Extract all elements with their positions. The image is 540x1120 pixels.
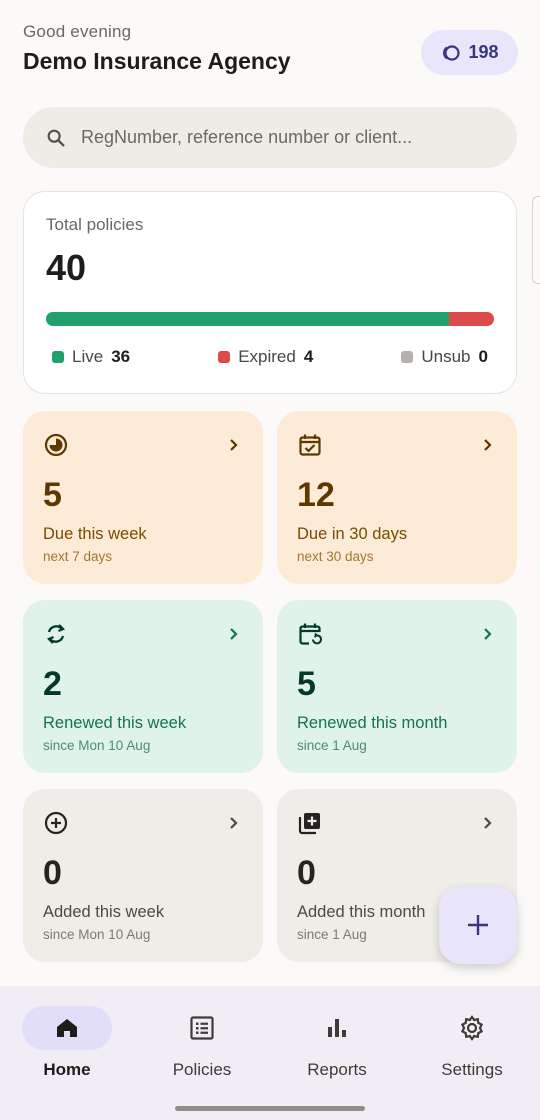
gear-icon bbox=[460, 1015, 484, 1041]
legend-live-label: Live bbox=[72, 347, 104, 366]
calendar-refresh-icon bbox=[299, 623, 322, 645]
policy-status-bar bbox=[46, 312, 494, 326]
tile-subtitle: since 1 Aug bbox=[297, 738, 367, 753]
gesture-handle[interactable] bbox=[175, 1106, 365, 1111]
nav-label: Policies bbox=[172, 1060, 232, 1079]
nav-label: Reports bbox=[307, 1060, 367, 1079]
sync-icon bbox=[47, 624, 65, 644]
legend-live-count: 36 bbox=[111, 347, 131, 366]
tile-label: Added this week bbox=[43, 903, 165, 921]
search-bar[interactable]: RegNumber, reference number or client... bbox=[23, 107, 517, 168]
nav-settings[interactable]: Settings bbox=[417, 1006, 527, 1080]
calendar-check-icon bbox=[299, 434, 321, 456]
legend-live: Live 36 bbox=[52, 347, 130, 367]
tile-value: 5 bbox=[43, 476, 62, 514]
tile-added-this-week[interactable]: 0 Added this week since Mon 10 Aug bbox=[23, 789, 263, 962]
pie-clock-icon bbox=[44, 433, 68, 457]
library-add-icon bbox=[298, 813, 320, 835]
live-dot bbox=[52, 351, 64, 363]
legend-expired-label: Expired bbox=[238, 347, 296, 366]
bottom-navigation: Home Policies Reports Settings bbox=[0, 986, 540, 1120]
tile-subtitle: since Mon 10 Aug bbox=[43, 927, 151, 942]
nav-label: Home bbox=[43, 1060, 91, 1079]
nav-policies-indicator bbox=[157, 1006, 247, 1050]
chevron-right-icon bbox=[484, 439, 492, 451]
scroll-indicator bbox=[532, 196, 540, 284]
legend-unsub-count: 0 bbox=[478, 347, 488, 366]
tile-subtitle: since Mon 10 Aug bbox=[43, 738, 151, 753]
tile-label: Due this week bbox=[43, 525, 147, 543]
legend-unsub: Unsub 0 bbox=[401, 347, 488, 367]
search-icon bbox=[47, 129, 65, 147]
chevron-right-icon bbox=[230, 439, 238, 451]
credits-badge[interactable]: 198 bbox=[421, 30, 518, 75]
add-policy-fab[interactable] bbox=[439, 886, 517, 964]
status-legend: Live 36 Expired 4 Unsub 0 bbox=[52, 347, 488, 367]
chevron-right-icon bbox=[230, 817, 238, 829]
tile-renewed-this-month[interactable]: 5 Renewed this month since 1 Aug bbox=[277, 600, 517, 773]
credits-count: 198 bbox=[468, 42, 499, 62]
nav-reports-indicator bbox=[292, 1006, 382, 1050]
chevron-right-icon bbox=[230, 628, 238, 640]
total-policies-label: Total policies bbox=[46, 215, 144, 234]
nav-policies[interactable]: Policies bbox=[147, 1006, 257, 1080]
legend-expired: Expired 4 bbox=[218, 347, 313, 367]
add-circle-icon bbox=[44, 811, 68, 835]
bar-chart-icon bbox=[328, 1019, 346, 1037]
search-input[interactable]: RegNumber, reference number or client... bbox=[81, 127, 412, 148]
tile-subtitle: next 30 days bbox=[297, 549, 374, 564]
nav-home[interactable]: Home bbox=[12, 1006, 122, 1080]
legend-expired-count: 4 bbox=[303, 347, 314, 366]
tile-value: 0 bbox=[43, 854, 62, 892]
unsub-dot bbox=[401, 351, 414, 363]
legend-unsub-label: Unsub bbox=[421, 347, 471, 366]
tile-value: 5 bbox=[297, 665, 316, 703]
tile-due-30-days[interactable]: 12 Due in 30 days next 30 days bbox=[277, 411, 517, 584]
plus-icon bbox=[468, 915, 488, 935]
tile-value: 2 bbox=[43, 665, 62, 703]
expired-dot bbox=[218, 351, 231, 363]
coins-icon bbox=[443, 44, 461, 61]
header: Good evening Demo Insurance Agency 198 bbox=[23, 22, 518, 82]
tile-label: Added this month bbox=[297, 903, 426, 921]
chevron-right-icon bbox=[484, 817, 492, 829]
nav-reports[interactable]: Reports bbox=[282, 1006, 392, 1080]
tile-due-this-week[interactable]: 5 Due this week next 7 days bbox=[23, 411, 263, 584]
tile-label: Renewed this week bbox=[43, 714, 187, 732]
tile-subtitle: next 7 days bbox=[43, 549, 113, 564]
nav-home-indicator bbox=[22, 1006, 112, 1050]
tile-renewed-this-week[interactable]: 2 Renewed this week since Mon 10 Aug bbox=[23, 600, 263, 773]
tile-value: 0 bbox=[297, 854, 316, 892]
home-icon bbox=[57, 1019, 77, 1037]
live-segment bbox=[46, 312, 450, 326]
nav-settings-indicator bbox=[427, 1006, 517, 1050]
tile-label: Due in 30 days bbox=[297, 525, 408, 543]
chevron-right-icon bbox=[484, 628, 492, 640]
list-icon bbox=[190, 1016, 214, 1040]
nav-label: Settings bbox=[441, 1060, 503, 1079]
tile-subtitle: since 1 Aug bbox=[297, 927, 367, 942]
total-policies-value: 40 bbox=[46, 247, 87, 288]
total-policies-card: Total policies 40 Live 36 Expired 4 Unsu… bbox=[23, 191, 517, 394]
tile-value: 12 bbox=[297, 476, 335, 514]
expired-segment bbox=[449, 312, 494, 326]
tile-label: Renewed this month bbox=[297, 714, 448, 732]
